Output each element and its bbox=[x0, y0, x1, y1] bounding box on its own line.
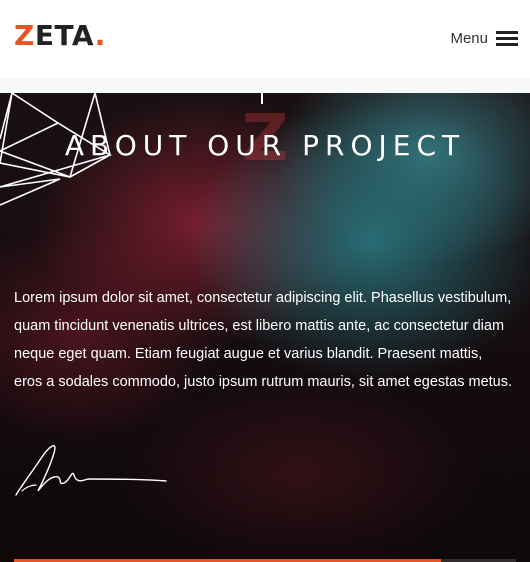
about-hero-section: Z ABOUT OUR PROJECT Lorem ipsum dolor si… bbox=[0, 93, 530, 562]
zeta-logo[interactable]: ZETA. bbox=[14, 22, 106, 50]
hero-paragraph: Lorem ipsum dolor sit amet, consectetur … bbox=[14, 290, 513, 390]
logo-dot: . bbox=[94, 19, 106, 52]
header-divider bbox=[0, 78, 530, 93]
menu-label: Menu bbox=[450, 29, 488, 47]
logo-text: ETA bbox=[34, 19, 95, 52]
hamburger-icon bbox=[496, 30, 518, 46]
hero-title: ABOUT OUR PROJECT bbox=[64, 129, 466, 162]
menu-button[interactable]: Menu bbox=[450, 27, 518, 49]
signature-icon bbox=[15, 445, 167, 496]
logo-letter-z: Z bbox=[14, 19, 35, 52]
site-header: ZETA. Menu bbox=[0, 0, 530, 78]
